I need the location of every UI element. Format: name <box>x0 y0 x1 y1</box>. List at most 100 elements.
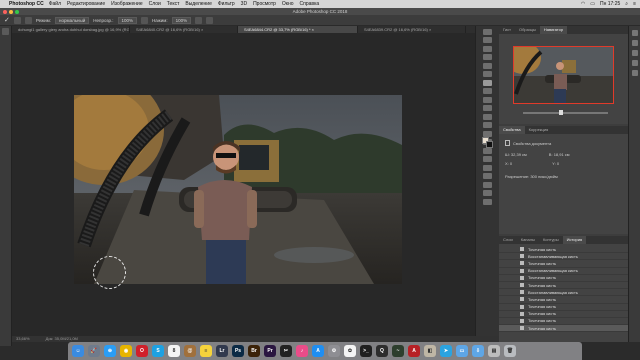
settings-icon[interactable]: ⚙ <box>328 345 340 357</box>
bridge-icon[interactable]: Br <box>248 345 260 357</box>
path-select-tool-icon[interactable] <box>483 164 492 171</box>
contacts-icon[interactable]: @ <box>184 345 196 357</box>
brush-preset-icon[interactable] <box>13 16 21 24</box>
menu-text[interactable]: Текст <box>167 0 180 8</box>
airbrush-icon[interactable] <box>195 16 203 24</box>
hand-tool-icon[interactable] <box>483 181 492 188</box>
launchpad-icon[interactable]: 🚀 <box>88 345 100 357</box>
collapse-icon[interactable] <box>2 28 9 35</box>
healing-brush-tool-icon[interactable] <box>483 79 492 86</box>
menu-view[interactable]: Просмотр <box>253 0 276 8</box>
shape-tool-icon[interactable] <box>483 173 492 179</box>
tab-document-4[interactable]: S4EA6839.CR2 @ 16,6% (RGB/16) × <box>358 26 466 33</box>
history-item[interactable]: Точечная кисть <box>499 318 628 326</box>
close-window-button[interactable] <box>3 9 7 14</box>
opera-icon[interactable]: O <box>136 345 148 357</box>
itunes-icon[interactable]: ♪ <box>296 345 308 357</box>
gradient-tool-icon[interactable] <box>483 122 492 128</box>
tab-channels[interactable]: Каналы <box>517 236 539 244</box>
history-item[interactable]: Точечная кисть <box>499 311 628 318</box>
chrome-icon[interactable]: ◉ <box>120 345 132 357</box>
clone-stamp-tool-icon[interactable] <box>483 96 492 103</box>
more-tools-icon[interactable] <box>483 198 492 205</box>
panel-toggle-icon[interactable] <box>631 30 638 36</box>
minimize-window-button[interactable] <box>9 9 13 14</box>
height-field[interactable]: В: 18,91 см <box>549 152 570 157</box>
folder-icon[interactable]: ▭ <box>456 345 468 357</box>
activity-icon[interactable]: ~ <box>392 345 404 357</box>
tab-swatches[interactable]: Образцы <box>515 26 540 34</box>
tab-history[interactable]: История <box>562 236 587 244</box>
pdf-icon[interactable]: A <box>408 345 420 357</box>
tab-properties[interactable]: Свойства <box>499 126 525 134</box>
x-field[interactable]: X: 0 <box>505 161 512 166</box>
menu-help[interactable]: Справка <box>300 0 320 8</box>
zoom-slider-knob[interactable] <box>559 110 563 115</box>
panel-toggle-icon[interactable] <box>631 40 638 46</box>
menubar-clock[interactable]: Пн 17:25 <box>600 0 620 8</box>
photos-icon[interactable]: ✿ <box>344 345 356 357</box>
zoom-tool-icon[interactable] <box>483 190 492 196</box>
navigator-thumbnail[interactable] <box>513 46 614 104</box>
preview-icon[interactable]: ◧ <box>424 345 436 357</box>
width-field[interactable]: Ш: 32,39 см <box>505 152 527 157</box>
menu-layers[interactable]: Слои <box>149 0 161 8</box>
tab-adjustments[interactable]: Коррекция <box>525 126 553 134</box>
calendar-icon[interactable]: 8 <box>168 345 180 357</box>
history-item[interactable]: Восстанавливающая кисть <box>499 289 628 297</box>
quicktime-icon[interactable]: Q <box>376 345 388 357</box>
marquee-tool-icon[interactable] <box>483 37 492 43</box>
pen-tool-icon[interactable] <box>483 147 492 154</box>
finalcut-icon[interactable]: ✂ <box>280 345 292 357</box>
lightroom-icon[interactable]: Lr <box>216 345 228 357</box>
tab-document-3[interactable]: S4EA6844.CR2 @ 33,7% (RGB/16) * × <box>238 26 358 33</box>
tab-histogram[interactable]: Гист <box>499 26 515 34</box>
trash-icon[interactable]: 🗑 <box>504 345 516 357</box>
notes-icon[interactable]: ≡ <box>200 345 212 357</box>
finder-icon[interactable]: ☺ <box>72 345 84 357</box>
eraser-tool-icon[interactable] <box>483 113 492 120</box>
quick-select-tool-icon[interactable] <box>483 54 492 60</box>
pressure-opacity-icon[interactable] <box>141 16 149 24</box>
panel-toggle-icon[interactable] <box>631 60 638 66</box>
search-icon[interactable]: ⌕ <box>625 0 628 8</box>
battery-icon[interactable]: ▭ <box>590 0 595 8</box>
menu-filter[interactable]: Фильтр <box>218 0 235 8</box>
skype-icon[interactable]: S <box>152 345 164 357</box>
zoom-slider[interactable] <box>523 112 608 114</box>
type-tool-icon[interactable] <box>483 156 492 162</box>
brush-tool-icon[interactable] <box>483 88 492 94</box>
downloads-icon[interactable]: ⇩ <box>472 345 484 357</box>
brush-tool-icon[interactable]: ✓ <box>4 16 10 24</box>
history-item[interactable]: Точечная кисть <box>499 246 628 254</box>
brush-settings-icon[interactable] <box>24 16 32 24</box>
tab-paths[interactable]: Контуры <box>539 236 563 244</box>
tab-document-2[interactable]: S4EA6840.CR2 @ 16,6% (RGB/16) × <box>130 26 238 33</box>
photoshop-icon[interactable]: Ps <box>232 345 244 357</box>
menu-image[interactable]: Изображение <box>111 0 143 8</box>
crop-tool-icon[interactable] <box>483 62 492 69</box>
move-tool-icon[interactable] <box>483 28 492 35</box>
tab-layers[interactable]: Слои <box>499 236 517 244</box>
history-brush-tool-icon[interactable] <box>483 105 492 111</box>
safari-icon[interactable]: ⊕ <box>104 345 116 357</box>
tab-document-1[interactable]: dohungi1 gallery giery aroha dohhui dors… <box>12 26 130 33</box>
wifi-icon[interactable]: ◠ <box>581 0 585 8</box>
history-item[interactable]: Точечная кисть <box>499 275 628 282</box>
telegram-icon[interactable]: ➤ <box>440 345 452 357</box>
documents-icon[interactable]: ▤ <box>488 345 500 357</box>
panel-toggle-icon[interactable] <box>631 50 638 56</box>
terminal-icon[interactable]: >_ <box>360 345 372 357</box>
eyedropper-tool-icon[interactable] <box>483 71 492 77</box>
lasso-tool-icon[interactable] <box>483 45 492 52</box>
pressure-size-icon[interactable] <box>206 16 214 24</box>
zoom-window-button[interactable] <box>15 9 19 14</box>
flow-input[interactable]: 100% <box>171 16 192 24</box>
blur-tool-icon[interactable] <box>483 130 492 137</box>
list-icon[interactable]: ≡ <box>633 0 636 8</box>
history-item[interactable]: Восстанавливающая кисть <box>499 268 628 275</box>
appstore-icon[interactable]: A <box>312 345 324 357</box>
history-item[interactable]: Точечная кисть <box>499 260 628 268</box>
menu-3d[interactable]: 3D <box>241 0 247 8</box>
history-item[interactable]: Точечная кисть <box>499 304 628 311</box>
